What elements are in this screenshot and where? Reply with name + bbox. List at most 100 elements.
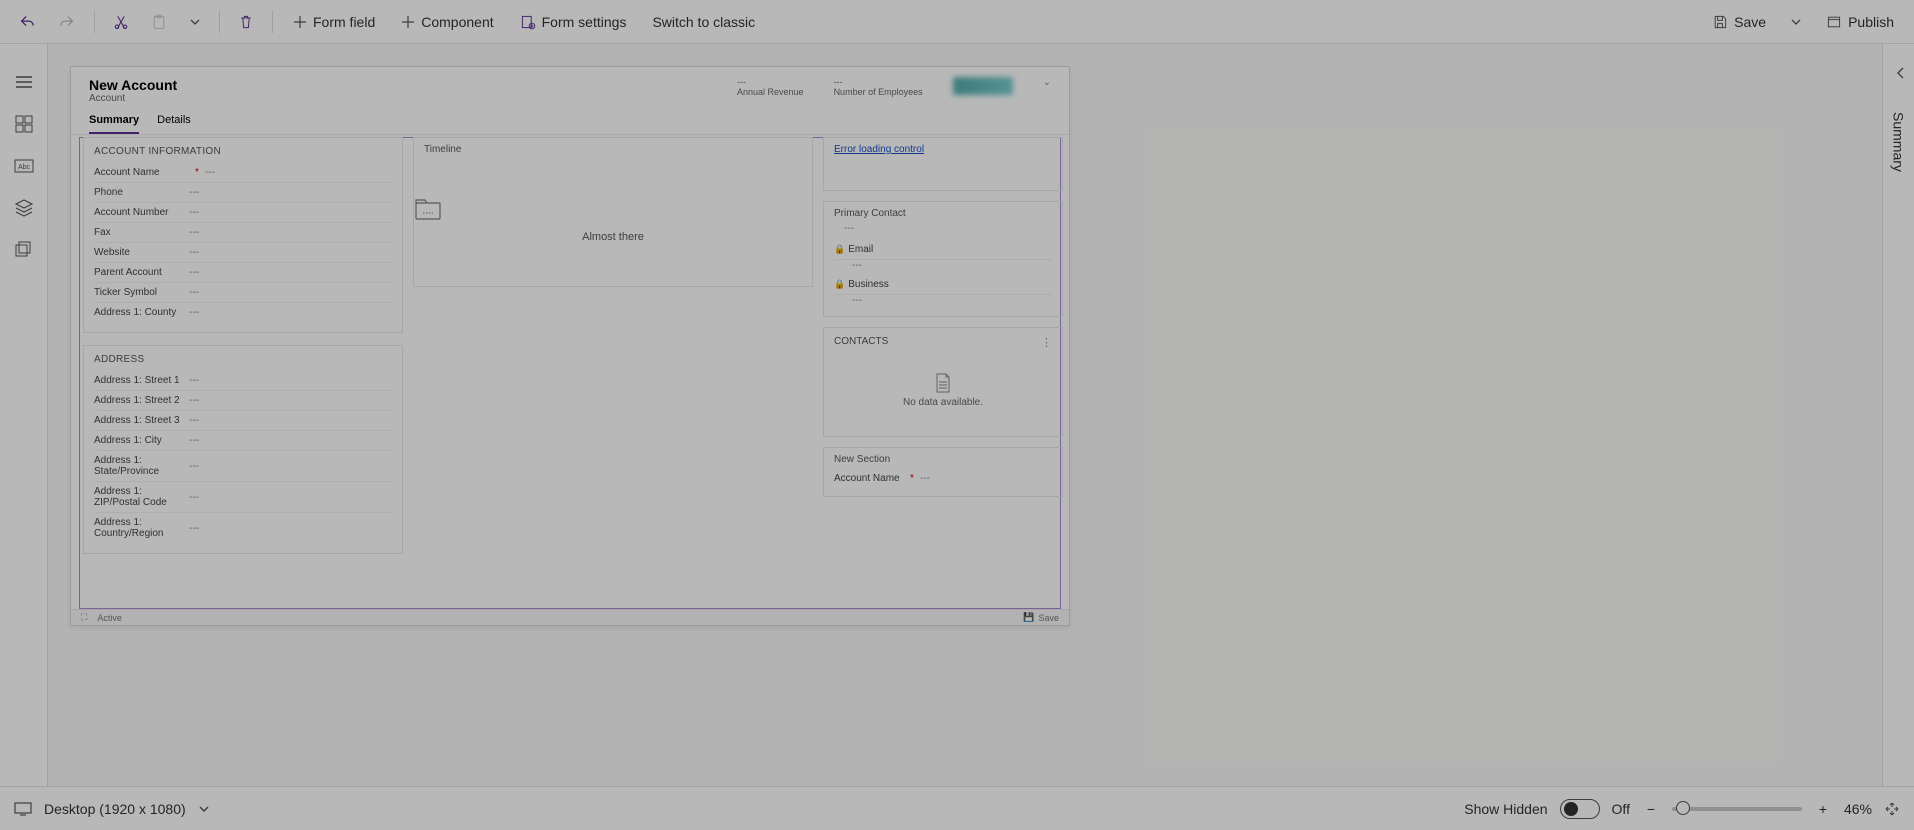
field-street3[interactable]: Address 1: Street 3---	[94, 411, 392, 431]
field-parent-account[interactable]: Parent Account---	[94, 263, 392, 283]
field-account-number[interactable]: Account Number---	[94, 203, 392, 223]
contacts-title: CONTACTS	[834, 336, 888, 349]
cut-button[interactable]	[105, 8, 137, 36]
field-account-name[interactable]: Account Name*---	[94, 163, 392, 183]
layers-panel-button[interactable]	[14, 198, 34, 218]
error-loading-control-link[interactable]: Error loading control	[823, 137, 1063, 161]
viewport-chevron[interactable]	[198, 803, 210, 815]
section-contacts[interactable]: CONTACTS ⋮ No data available.	[823, 327, 1063, 437]
field-street1[interactable]: Address 1: Street 1---	[94, 371, 392, 391]
field-country[interactable]: Address 1: Country/Region---	[94, 513, 392, 543]
section-new-section[interactable]: New Section Account Name * ---	[823, 447, 1063, 497]
monitor-icon	[14, 802, 32, 816]
form-field-label: Form field	[313, 14, 375, 30]
form-settings-label: Form settings	[542, 14, 627, 30]
save-label: Save	[1734, 14, 1766, 30]
field-state[interactable]: Address 1: State/Province---	[94, 451, 392, 482]
zoom-slider[interactable]	[1672, 807, 1802, 811]
field-city[interactable]: Address 1: City---	[94, 431, 392, 451]
plus-icon	[293, 15, 307, 29]
fields-panel-button[interactable]: Abc	[14, 156, 34, 176]
app-body: Abc New Account Account --- Annual Reven…	[0, 44, 1914, 786]
section-address[interactable]: ADDRESS Address 1: Street 1--- Address 1…	[83, 345, 403, 554]
header-employees[interactable]: --- Number of Employees	[834, 77, 923, 97]
redo-button[interactable]	[50, 7, 84, 37]
contacts-more-icon[interactable]: ⋮	[1041, 336, 1052, 349]
left-rail: Abc	[0, 44, 48, 786]
column-middle: Timeline Almost there	[413, 137, 813, 609]
save-button[interactable]: Save	[1702, 8, 1776, 36]
primary-contact-value: ---	[834, 219, 1052, 240]
document-icon	[934, 373, 952, 393]
tab-details[interactable]: Details	[157, 110, 191, 134]
chevron-down-icon	[198, 803, 210, 815]
field-zip[interactable]: Address 1: ZIP/Postal Code---	[94, 482, 392, 513]
viewport-label: Desktop (1920 x 1080)	[44, 801, 186, 817]
property-pane-collapsed[interactable]: Summary	[1882, 44, 1914, 786]
field-website[interactable]: Website---	[94, 243, 392, 263]
show-hidden-toggle[interactable]	[1560, 799, 1600, 819]
entity-name: Account	[89, 93, 177, 104]
svg-text:Abc: Abc	[17, 164, 30, 171]
contacts-empty: No data available.	[834, 397, 1052, 408]
preview-header: New Account Account --- Annual Revenue -…	[71, 67, 1069, 108]
publish-icon	[1826, 14, 1842, 30]
field-street2[interactable]: Address 1: Street 2---	[94, 391, 392, 411]
components-panel-button[interactable]	[14, 114, 34, 134]
switch-classic-button[interactable]: Switch to classic	[642, 8, 765, 36]
add-form-field-button[interactable]: Form field	[283, 8, 385, 36]
component-label: Component	[421, 14, 493, 30]
switch-classic-label: Switch to classic	[652, 14, 755, 30]
footer-expand-icon[interactable]: ⛶	[81, 612, 87, 623]
field-county[interactable]: Address 1: County---	[94, 303, 392, 322]
column-left: ACCOUNT INFORMATION Account Name*--- Pho…	[83, 137, 403, 609]
header-owner-redacted	[953, 77, 1013, 95]
field-account-name-new[interactable]: Account Name * ---	[834, 469, 1052, 488]
expand-pane-button[interactable]	[1894, 66, 1908, 80]
add-component-button[interactable]: Component	[391, 8, 503, 36]
error-control-body	[823, 161, 1063, 191]
primary-contact-title: Primary Contact	[834, 208, 1052, 219]
field-phone[interactable]: Phone---	[94, 183, 392, 203]
zoom-in-button[interactable]: +	[1814, 801, 1832, 817]
paste-chevron-button[interactable]	[181, 10, 209, 34]
property-pane-tab-label: Summary	[1891, 112, 1907, 172]
preview-footer: ⛶ Active 💾 Save	[71, 609, 1069, 625]
timeline-title: Timeline	[424, 144, 802, 155]
tree-view-button[interactable]	[14, 72, 34, 92]
field-fax[interactable]: Fax---	[94, 223, 392, 243]
section-primary-contact[interactable]: Primary Contact --- 🔒Email --- 🔒Business…	[823, 201, 1063, 317]
delete-button[interactable]	[230, 8, 262, 36]
section-title: ADDRESS	[94, 352, 392, 371]
form-preview[interactable]: New Account Account --- Annual Revenue -…	[70, 66, 1070, 626]
section-timeline[interactable]: Timeline Almost there	[413, 137, 813, 287]
section-account-information[interactable]: ACCOUNT INFORMATION Account Name*--- Pho…	[83, 137, 403, 333]
form-settings-button[interactable]: Form settings	[510, 8, 637, 36]
form-body[interactable]: ACCOUNT INFORMATION Account Name*--- Pho…	[71, 137, 1069, 609]
status-bar: Desktop (1920 x 1080) Show Hidden Off − …	[0, 786, 1914, 830]
footer-save-icon[interactable]: 💾	[1023, 612, 1034, 623]
command-bar-left: Form field Component Form settings Switc…	[10, 7, 765, 37]
tab-summary[interactable]: Summary	[89, 110, 139, 134]
library-panel-button[interactable]	[14, 240, 34, 260]
publish-button[interactable]: Publish	[1816, 8, 1904, 36]
show-hidden-label: Show Hidden	[1464, 801, 1547, 817]
undo-button[interactable]	[10, 7, 44, 37]
abc-icon: Abc	[14, 159, 34, 173]
header-annual-revenue[interactable]: --- Annual Revenue	[737, 77, 804, 97]
save-chevron-button[interactable]	[1782, 10, 1810, 34]
chevron-down-icon	[189, 16, 201, 28]
zoom-out-button[interactable]: −	[1642, 801, 1660, 817]
field-business[interactable]: 🔒Business	[834, 275, 1052, 295]
header-chevron[interactable]: ⌄	[1043, 77, 1051, 88]
footer-save-label: Save	[1038, 613, 1059, 623]
undo-icon	[18, 13, 36, 31]
form-tabs: Summary Details	[71, 108, 1069, 135]
paste-button[interactable]	[143, 8, 175, 36]
field-email[interactable]: 🔒Email	[834, 240, 1052, 260]
cut-icon	[113, 14, 129, 30]
canvas[interactable]: New Account Account --- Annual Revenue -…	[48, 44, 1882, 786]
field-ticker[interactable]: Ticker Symbol---	[94, 283, 392, 303]
chevron-down-icon	[1790, 16, 1802, 28]
fit-to-screen-button[interactable]	[1884, 801, 1900, 817]
